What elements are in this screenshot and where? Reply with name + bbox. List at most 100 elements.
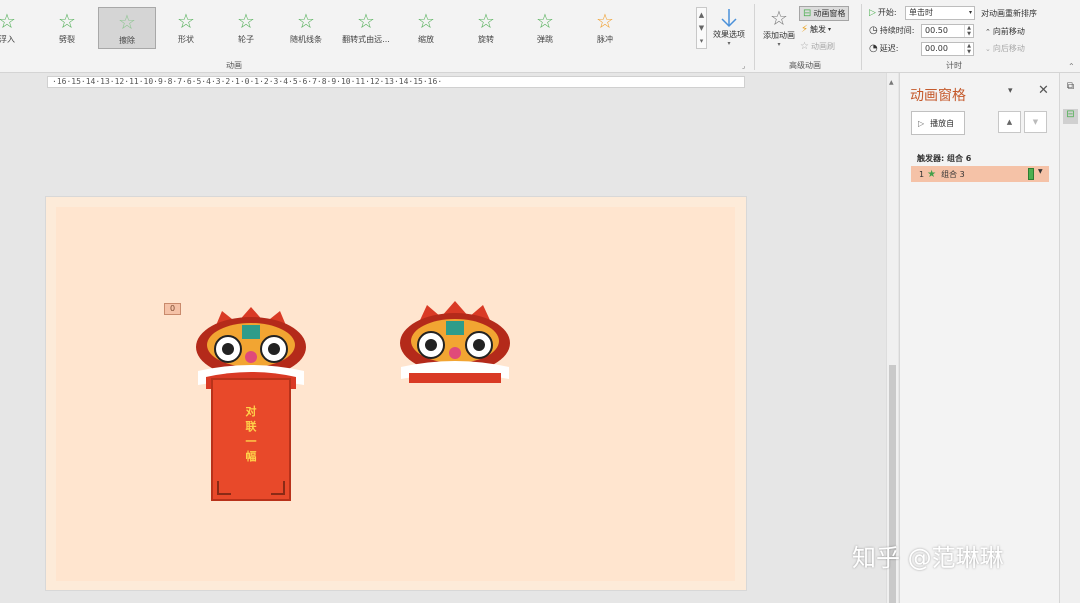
- slide-vertical-scrollbar[interactable]: ▲: [886, 73, 898, 603]
- side-toolbar: ⧉ ⊟: [1059, 73, 1080, 603]
- star-effect-icon: ☆: [297, 9, 315, 33]
- delay-spinner[interactable]: ▲ ▼: [964, 43, 973, 55]
- pane-options-icon[interactable]: ▾: [1008, 86, 1013, 96]
- animation-painter-button[interactable]: ☆ 动画刷: [800, 41, 835, 52]
- lion-head-right-image[interactable]: [397, 301, 513, 385]
- move-earlier-button[interactable]: ⌃ 向前移动: [985, 26, 1025, 37]
- star-effect-icon: ☆: [177, 9, 195, 33]
- scroll-up-icon[interactable]: ▲: [889, 79, 894, 86]
- star-effect-icon: ☆: [417, 9, 435, 33]
- pane-icon: ⊟: [803, 8, 812, 19]
- duration-spinner[interactable]: ▲ ▼: [964, 25, 973, 37]
- pane-title: 动画窗格: [910, 88, 966, 104]
- delay-input[interactable]: 00.00 ▲ ▼: [921, 42, 974, 56]
- chevron-down-icon[interactable]: ▼: [1038, 168, 1043, 175]
- ribbon: ☆ 浮入 ☆ 劈裂 ☆ 擦除 ☆ 形状 ☆ 轮子 ☆ 随机线条 ☆ 翻转式由远... ☆ 缩放 ☆ 旋转 ☆ 弹跳 ☆ 脉…: [0, 0, 1080, 73]
- couplet-char: 联: [245, 420, 257, 433]
- animation-effect-label: 旋转: [478, 35, 494, 44]
- group-label-advanced: 高级动画: [789, 61, 821, 70]
- add-animation-button[interactable]: ☆ 添加动画 ▾: [760, 6, 798, 56]
- chevron-down-icon: ▾: [968, 9, 972, 16]
- reorder-title: 对动画重新排序: [981, 9, 1037, 18]
- delay-label-text: 延迟:: [879, 44, 899, 53]
- star-effect-icon: ☆: [58, 9, 76, 33]
- couplet-char: 一: [245, 435, 257, 448]
- couplet-char: 对: [245, 405, 257, 418]
- star-effect-icon: ★: [927, 168, 937, 180]
- timer-icon: ◔: [869, 43, 878, 54]
- move-up-button[interactable]: ▲: [998, 111, 1021, 133]
- move-earlier-label: 向前移动: [992, 27, 1025, 36]
- move-later-button[interactable]: ⌄ 向后移动: [985, 43, 1025, 54]
- animation-effect-label: 缩放: [418, 35, 434, 44]
- animation-pane-button[interactable]: ⊟ 动画窗格: [799, 6, 850, 21]
- timeline-bar[interactable]: [1028, 168, 1034, 180]
- animation-painter-label: 动画刷: [810, 42, 835, 51]
- star-effect-icon: ☆: [596, 9, 614, 33]
- animation-effect-9[interactable]: ☆ 旋转: [457, 7, 515, 49]
- collapse-ribbon-icon[interactable]: ⌃: [1068, 62, 1075, 71]
- move-down-button[interactable]: ▼: [1024, 111, 1047, 133]
- animation-pane-label: 动画窗格: [813, 9, 846, 18]
- animation-effect-label: 脉冲: [597, 35, 613, 44]
- star-effect-icon: ☆: [118, 10, 136, 34]
- add-animation-label: 添加动画: [763, 31, 795, 40]
- star-effect-icon: ☆: [357, 9, 375, 33]
- animation-effect-label: 轮子: [238, 35, 254, 44]
- animation-effect-2[interactable]: ☆ 劈裂: [38, 7, 96, 49]
- corner-ornament: [271, 481, 285, 495]
- chevron-down-icon: ▾: [777, 41, 781, 48]
- animation-effect-4[interactable]: ☆ 形状: [157, 7, 215, 49]
- trigger-button[interactable]: ⚡ 触发 ▾: [801, 24, 831, 35]
- couplet-text: 对联一幅: [243, 404, 259, 464]
- lightning-icon: ⚡: [801, 24, 809, 35]
- animation-pane: 动画窗格 ▾ ✕ ▷ 播放自 ▲ ▼ 触发器: 组合 6 1 ★ 组合 3 ▼: [899, 73, 1059, 603]
- horizontal-ruler: ·16·15·14·13·12·11·10·9·8·7·6·5·4·3·2·1·…: [47, 76, 745, 88]
- chevron-down-icon: ▾: [828, 26, 832, 33]
- animation-effect-7[interactable]: ☆ 翻转式由远...: [337, 7, 395, 49]
- animation-list-item[interactable]: 1 ★ 组合 3 ▼: [911, 166, 1049, 182]
- gallery-scrollbar[interactable]: ▲ ▼ ▾: [696, 7, 707, 49]
- separator: [861, 4, 862, 70]
- animation-effect-label: 翻转式由远...: [342, 35, 390, 44]
- dialog-launcher-icon[interactable]: ⌟: [742, 62, 745, 70]
- arrow-down-icon: [721, 9, 737, 28]
- close-icon[interactable]: ✕: [1038, 83, 1049, 98]
- separator: [754, 4, 755, 70]
- item-index: 1: [919, 169, 925, 179]
- animation-effect-11[interactable]: ☆ 脉冲: [576, 7, 634, 49]
- group-label-timing: 计时: [946, 61, 962, 70]
- start-label-text: 开始:: [877, 8, 897, 17]
- animation-effect-5[interactable]: ☆ 轮子: [217, 7, 275, 49]
- chevron-down-icon: ▾: [727, 40, 731, 47]
- animation-effect-10[interactable]: ☆ 弹跳: [516, 7, 574, 49]
- trigger-label: 触发: [810, 25, 827, 34]
- animation-tag[interactable]: 0: [164, 303, 181, 315]
- animation-effect-8[interactable]: ☆ 缩放: [397, 7, 455, 49]
- star-effect-icon: ☆: [0, 9, 16, 33]
- gallery-more-icon[interactable]: ▾: [700, 37, 704, 45]
- effect-options-label: 效果选项: [713, 30, 745, 39]
- animation-effect-3[interactable]: ☆ 擦除: [98, 7, 156, 49]
- group-label-animation: 动画: [226, 61, 242, 70]
- slide-background: [56, 207, 735, 581]
- animation-effect-label: 随机线条: [290, 35, 322, 44]
- duration-label-text: 持续时间:: [879, 26, 915, 35]
- start-label: ▷ 开始:: [869, 7, 897, 18]
- effect-options-button[interactable]: 效果选项 ▾: [710, 7, 748, 55]
- animation-effect-label: 劈裂: [59, 35, 75, 44]
- couplet-char: 幅: [245, 450, 257, 463]
- play-from-button[interactable]: ▷ 播放自: [911, 111, 965, 135]
- play-from-label: 播放自: [930, 118, 955, 128]
- duration-value: 00.50: [925, 26, 948, 35]
- clipboard-icon[interactable]: ⧉: [1063, 81, 1078, 96]
- animation-effect-label: 擦除: [119, 36, 135, 45]
- start-select[interactable]: 单击时 ▾: [905, 6, 975, 20]
- animation-effect-6[interactable]: ☆ 随机线条: [277, 7, 335, 49]
- animation-pane-toggle-icon[interactable]: ⊟: [1063, 109, 1078, 124]
- animation-effect-1[interactable]: ☆ 浮入: [0, 7, 36, 49]
- gallery-up-icon[interactable]: ▲: [699, 11, 704, 19]
- gallery-down-icon[interactable]: ▼: [699, 24, 704, 32]
- star-effect-icon: ☆: [536, 9, 554, 33]
- duration-input[interactable]: 00.50 ▲ ▼: [921, 24, 974, 38]
